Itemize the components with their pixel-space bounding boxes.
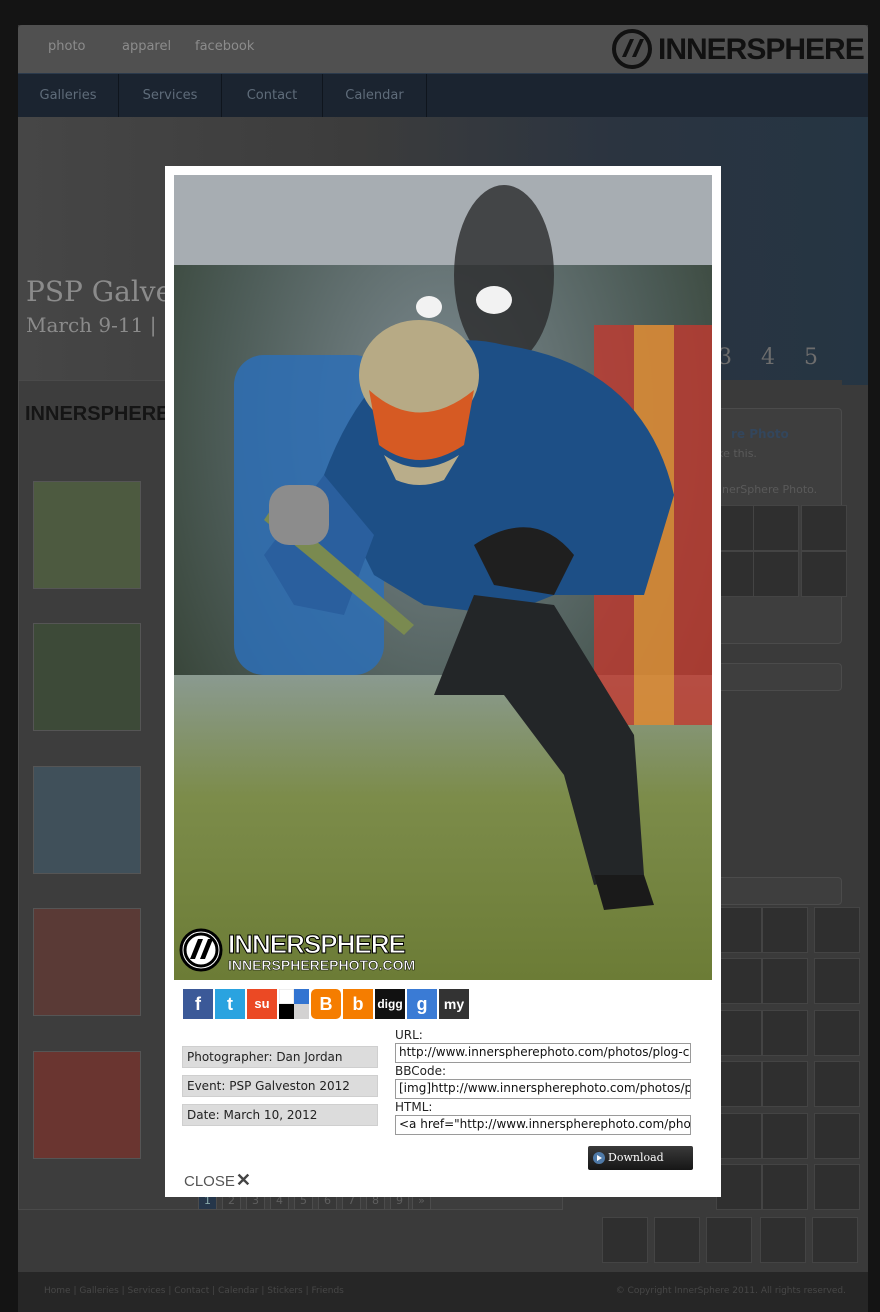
recent-photo-thumb[interactable]	[716, 1113, 762, 1159]
topnav-facebook[interactable]: facebook	[195, 39, 254, 54]
gallery-thumb[interactable]	[33, 623, 141, 731]
logo-mark-icon	[612, 29, 652, 69]
date-field: Date: March 10, 2012	[182, 1104, 378, 1126]
lightbox-photo: INNERSPHERE INNERSPHEREPHOTO.COM	[174, 175, 712, 980]
footer-copyright: © Copyright InnerSphere 2011. All rights…	[615, 1286, 846, 1296]
facebook-icon[interactable]: f	[183, 989, 213, 1019]
recent-photo-thumb[interactable]	[814, 907, 860, 953]
nav-services[interactable]: Services	[119, 74, 222, 118]
banner-slide-5[interactable]: 5	[804, 345, 818, 370]
logo-wordmark: INNERSPHERE	[658, 33, 865, 66]
gallery-thumb[interactable]	[33, 1051, 141, 1159]
twitter-icon[interactable]: t	[215, 989, 245, 1019]
html-input[interactable]: <a href="http://www.innerspherephoto.com…	[395, 1115, 691, 1135]
html-label: HTML:	[395, 1100, 433, 1114]
recent-photo-thumb[interactable]	[762, 907, 808, 953]
url-label: URL:	[395, 1028, 423, 1042]
banner-subtitle: March 9-11 |	[26, 313, 157, 337]
delicious-squares-icon	[278, 988, 309, 1019]
gallery-thumb[interactable]	[33, 481, 141, 589]
nav-galleries[interactable]: Galleries	[18, 74, 119, 118]
paintball-player-image	[174, 175, 712, 980]
play-arrow-icon	[593, 1152, 605, 1164]
watermark-logo-icon	[179, 928, 223, 972]
watermark-logo: INNERSPHERE INNERSPHEREPHOTO.COM	[178, 927, 438, 977]
url-input[interactable]: http://www.innerspherephoto.com/photos/p…	[395, 1043, 691, 1063]
main-nav: Galleries Services Contact Calendar	[18, 73, 868, 118]
gallery-logo: INNERSPHERE	[25, 403, 170, 425]
recent-photo-thumb[interactable]	[716, 1164, 762, 1210]
google-icon[interactable]: g	[407, 989, 437, 1019]
nav-calendar[interactable]: Calendar	[323, 74, 427, 118]
blogger-icon[interactable]: B	[311, 989, 341, 1019]
fan-avatar[interactable]	[801, 551, 847, 597]
facebook-page-link[interactable]: re Photo	[731, 427, 789, 441]
topnav-photo[interactable]: photo	[48, 39, 86, 54]
recent-photo-thumb[interactable]	[760, 1217, 806, 1263]
page-name-text: nnerSphere Photo.	[715, 483, 818, 496]
close-button[interactable]: CLOSE✕	[184, 1170, 251, 1191]
watermark-url: INNERSPHEREPHOTO.COM	[228, 957, 416, 974]
close-icon: ✕	[235, 1170, 251, 1190]
recent-photo-thumb[interactable]	[716, 1010, 762, 1056]
watermark-name: INNERSPHERE	[228, 929, 407, 960]
recent-photo-thumb[interactable]	[602, 1217, 648, 1263]
photo-lightbox: INNERSPHERE INNERSPHEREPHOTO.COM f t su …	[165, 166, 721, 1197]
fan-avatar[interactable]	[753, 551, 799, 597]
fan-avatar[interactable]	[753, 505, 799, 551]
recent-photo-thumb[interactable]	[706, 1217, 752, 1263]
event-field: Event: PSP Galveston 2012	[182, 1075, 378, 1097]
recent-photo-thumb[interactable]	[762, 1113, 808, 1159]
footer: Home | Galleries | Services | Contact | …	[18, 1272, 868, 1312]
recent-photo-thumb[interactable]	[812, 1217, 858, 1263]
recent-photo-thumb[interactable]	[762, 1164, 808, 1210]
download-photo-button[interactable]: Download Photo	[588, 1146, 693, 1188]
buzz-icon[interactable]: b	[343, 989, 373, 1019]
gallery-thumb[interactable]	[33, 908, 141, 1016]
recent-photo-thumb[interactable]	[716, 1061, 762, 1107]
recent-photo-thumb[interactable]	[716, 958, 762, 1004]
nav-contact[interactable]: Contact	[222, 74, 323, 118]
myspace-icon[interactable]: my	[439, 989, 469, 1019]
banner-title: PSP Galve	[26, 275, 173, 308]
recent-photo-thumb[interactable]	[814, 1061, 860, 1107]
stumbleupon-icon[interactable]: su	[247, 989, 277, 1019]
topnav-apparel[interactable]: apparel	[122, 39, 171, 54]
delicious-icon[interactable]	[278, 988, 309, 1019]
recent-photo-thumb[interactable]	[654, 1217, 700, 1263]
footer-links[interactable]: Home | Galleries | Services | Contact | …	[44, 1286, 344, 1296]
bbcode-label: BBCode:	[395, 1064, 447, 1078]
recent-photo-thumb[interactable]	[814, 1164, 860, 1210]
recent-photo-thumb[interactable]	[814, 1010, 860, 1056]
close-label: CLOSE	[184, 1173, 235, 1190]
banner-slide-4[interactable]: 4	[761, 345, 775, 370]
download-label: Download Photo	[608, 1151, 664, 1188]
site-logo[interactable]: INNERSPHERE	[612, 29, 865, 69]
recent-photo-thumb[interactable]	[762, 1010, 808, 1056]
digg-icon[interactable]: digg	[375, 989, 405, 1019]
recent-photo-thumb[interactable]	[814, 1113, 860, 1159]
recent-photo-thumb[interactable]	[716, 907, 762, 953]
recent-photo-thumb[interactable]	[762, 1061, 808, 1107]
gallery-thumb[interactable]	[33, 766, 141, 874]
photographer-field: Photographer: Dan Jordan	[182, 1046, 378, 1068]
bbcode-input[interactable]: [img]http://www.innerspherephoto.com/pho…	[395, 1079, 691, 1099]
fan-avatar[interactable]	[801, 505, 847, 551]
top-bar: photo apparel facebook INNERSPHERE	[18, 25, 868, 73]
recent-photo-thumb[interactable]	[814, 958, 860, 1004]
recent-photo-thumb[interactable]	[762, 958, 808, 1004]
